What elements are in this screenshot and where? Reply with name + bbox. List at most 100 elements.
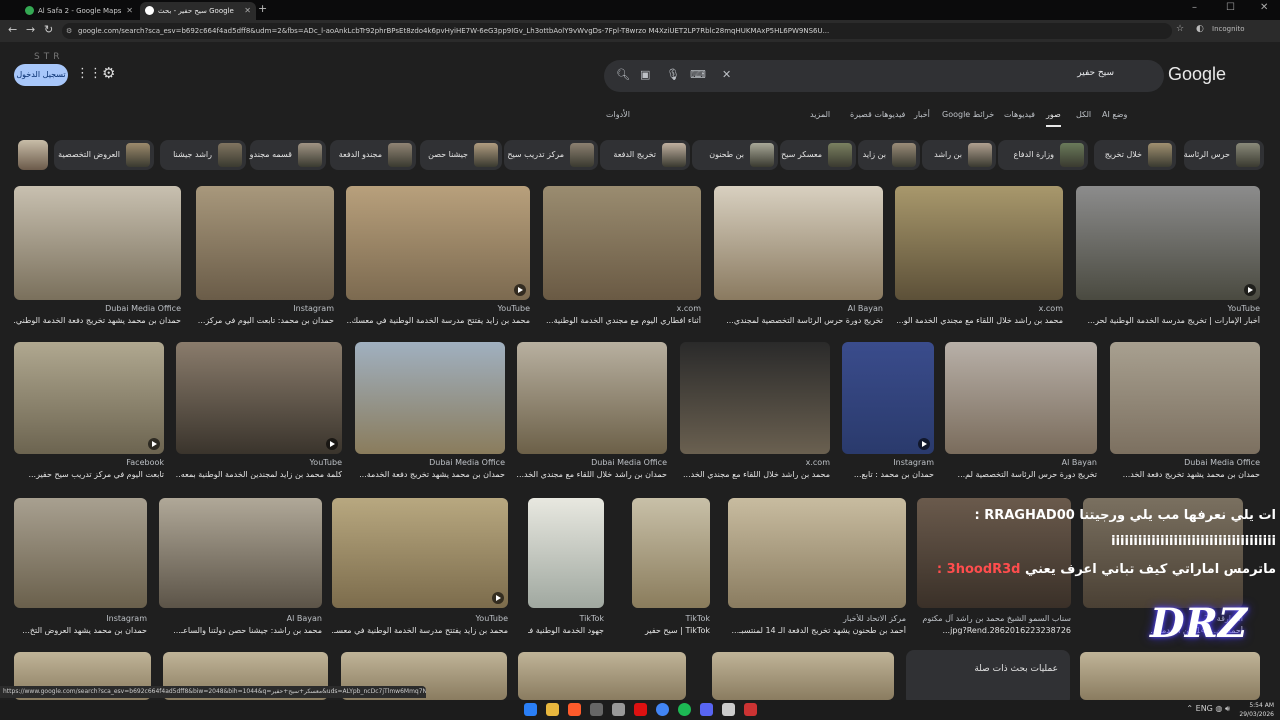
image-source[interactable]: Dubai Media Office (1110, 458, 1260, 467)
image-title[interactable]: جهود الخدمة الوطنية فـ... (528, 626, 604, 635)
chip-4[interactable]: بن زايد (858, 140, 920, 170)
image-result[interactable] (518, 652, 686, 700)
microphone-icon[interactable]: 🎙︎ (666, 68, 680, 81)
image-result[interactable] (14, 342, 164, 454)
chip-6[interactable]: بن طحنون (692, 140, 778, 170)
tab-images[interactable]: صور (1046, 110, 1061, 127)
tools-button[interactable]: الأدوات (606, 110, 630, 119)
image-result[interactable] (14, 498, 147, 608)
image-result[interactable] (355, 342, 505, 454)
bookmark-star-icon[interactable]: ☆ (1176, 24, 1184, 34)
image-source[interactable]: YouTube (332, 614, 508, 623)
image-source[interactable]: Al Bayan (714, 304, 883, 313)
search-box[interactable]: 🔍︎ ▣ 🎙︎ ⌨ ✕ سيح حفير (604, 60, 1164, 92)
image-title[interactable]: TikTok | سيح حفير (632, 626, 710, 635)
image-source[interactable]: Instagram (196, 304, 334, 313)
chip-2[interactable]: وزارة الدفاع (998, 140, 1088, 170)
chip-7[interactable]: تخريج الدفعة (600, 140, 690, 170)
image-source[interactable]: TikTok (528, 614, 604, 623)
image-result[interactable] (346, 186, 530, 300)
image-result[interactable] (517, 342, 667, 454)
image-result[interactable] (528, 498, 604, 608)
tab-google-search[interactable]: سيح حفير - بحث Google ✕ (140, 2, 256, 20)
image-title[interactable]: محمد بن راشد خلال اللقاء مع مجندي الخد..… (680, 470, 830, 479)
site-info-icon[interactable]: ⚙ (66, 23, 72, 39)
back-icon[interactable]: ← (8, 23, 17, 36)
new-tab-button[interactable]: + (258, 2, 267, 15)
tab-maps[interactable]: خرائط Google (942, 110, 994, 119)
image-title[interactable]: كلمة محمد بن زايد لمجندين الخدمة الوطنية… (176, 470, 342, 479)
image-title[interactable]: حمدان بن محمد: تابعت اليوم في مركز... (196, 316, 334, 325)
image-source[interactable]: Facebook (14, 458, 164, 467)
image-title[interactable]: أخبار الإمارات | تخريج مدرسة الخدمة الوط… (1076, 316, 1260, 325)
image-source[interactable]: TikTok (632, 614, 710, 623)
image-result[interactable] (945, 342, 1097, 454)
discord-icon[interactable] (700, 703, 713, 716)
file-explorer-icon[interactable] (546, 703, 559, 716)
chip-11[interactable]: قسمه مجندو (250, 140, 326, 170)
tab-google-maps[interactable]: Al Safa 2 - Google Maps ✕ (20, 2, 138, 20)
image-title[interactable]: محمد بن زايد يفتتح مدرسة الخدمة الوطنية … (346, 316, 530, 325)
search-icon[interactable]: 🔍︎ (616, 68, 630, 81)
image-result[interactable] (1110, 342, 1260, 454)
image-result[interactable] (714, 186, 883, 300)
image-title[interactable]: أثناء افطاري اليوم مع مجندي الخدمة الوطن… (543, 316, 701, 325)
chip-8[interactable]: مركز تدريب سيح (504, 140, 598, 170)
sign-in-button[interactable]: تسجيل الدخول (14, 64, 68, 86)
image-result[interactable] (332, 498, 508, 608)
image-title[interactable]: أحمد بن طحنون يشهد تخريج الدفعة الـ 14 ل… (728, 626, 907, 635)
system-tray[interactable]: ⌃ ENG ◍ 🔊︎ (1186, 704, 1230, 714)
image-title[interactable]: 2862016223238726.jpg?Rend... (917, 626, 1071, 635)
image-source[interactable]: Al Bayan (159, 614, 322, 623)
tab-short-videos[interactable]: فيديوهات قصيرة (850, 110, 905, 119)
spotify-icon[interactable] (678, 703, 691, 716)
image-source[interactable]: x.com (543, 304, 701, 313)
image-result[interactable] (842, 342, 934, 454)
image-source[interactable]: x.com (680, 458, 830, 467)
image-result[interactable] (543, 186, 701, 300)
image-result[interactable] (632, 498, 710, 608)
image-title[interactable]: تخريج دورة حرس الرئاسة التخصصية لمجندي..… (714, 316, 883, 325)
close-tab-icon[interactable]: ✕ (244, 2, 251, 20)
tab-news[interactable]: أخبار (914, 110, 930, 119)
chip-3[interactable]: بن راشد (922, 140, 996, 170)
tab-all[interactable]: الكل (1076, 110, 1091, 119)
image-title[interactable]: محمد بن زايد يفتتح مدرسة الخدمة الوطنية … (332, 626, 508, 635)
brave-icon[interactable] (568, 703, 581, 716)
chip-10[interactable]: مجندو الدفعة (330, 140, 416, 170)
image-source[interactable]: Dubai Media Office (517, 458, 667, 467)
image-source[interactable]: YouTube (346, 304, 530, 313)
image-result[interactable] (728, 498, 906, 608)
image-source[interactable]: سناب السمو الشيخ محمد بن راشد آل مكتوم (917, 614, 1071, 623)
search-query[interactable]: سيح حفير (1077, 68, 1114, 78)
forward-icon[interactable]: → (26, 23, 35, 36)
app-icon[interactable] (612, 703, 625, 716)
image-result[interactable] (1076, 186, 1260, 300)
image-result[interactable] (14, 186, 181, 300)
chip-5[interactable]: معسكر سيح (780, 140, 856, 170)
image-result[interactable] (712, 652, 894, 700)
minimize-button[interactable]: – (1192, 2, 1197, 13)
keyboard-icon[interactable]: ⌨ (690, 68, 706, 81)
image-result[interactable] (680, 342, 830, 454)
image-title[interactable]: حمدان بن محمد : تابع... (842, 470, 934, 479)
chrome-icon[interactable] (656, 703, 669, 716)
close-window-button[interactable]: ✕ (1260, 2, 1268, 13)
start-icon[interactable] (524, 703, 537, 716)
app-icon[interactable] (722, 703, 735, 716)
chip-thumbnail[interactable] (18, 140, 48, 170)
clock[interactable]: 5:54 AM 29/03/2026 (1239, 701, 1274, 719)
image-source[interactable]: Instagram (14, 614, 147, 623)
image-source[interactable]: Dubai Media Office (14, 304, 181, 313)
settings-gear-icon[interactable]: ⚙ (102, 64, 115, 82)
image-result[interactable] (176, 342, 342, 454)
image-title[interactable]: تابعت اليوم في مركز تدريب سيح حفير... (14, 470, 164, 479)
chip-12[interactable]: راشد جيشنا (160, 140, 246, 170)
image-source[interactable]: x.com (895, 304, 1063, 313)
image-title[interactable]: حمدان بن راشد خلال اللقاء مع مجندي الخد.… (517, 470, 667, 479)
chip-9[interactable]: جيشنا حصن (420, 140, 502, 170)
image-source[interactable]: Dubai Media Office (355, 458, 505, 467)
app-icon[interactable] (590, 703, 603, 716)
clear-icon[interactable]: ✕ (722, 68, 731, 81)
tab-videos[interactable]: فيديوهات (1004, 110, 1035, 119)
